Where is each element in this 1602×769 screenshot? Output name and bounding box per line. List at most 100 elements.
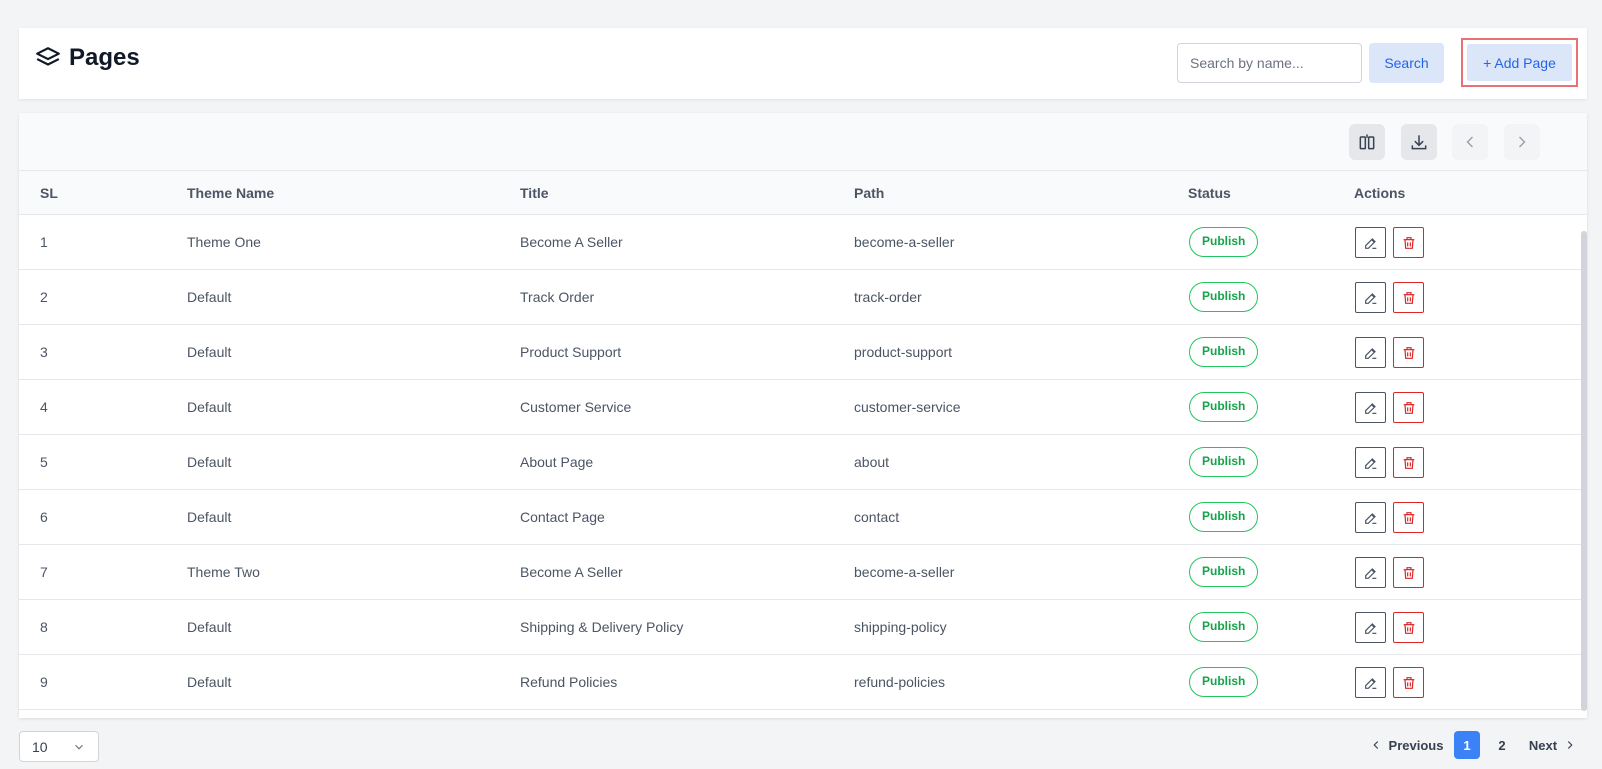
- delete-button[interactable]: [1393, 337, 1424, 368]
- trash-icon: [1403, 456, 1414, 469]
- row-title: Shipping & Delivery Policy: [520, 619, 684, 635]
- table-row: 1 Theme One Become A Seller become-a-seller…: [19, 215, 1587, 270]
- row-sl: 2: [40, 289, 48, 305]
- row-sl: 4: [40, 399, 48, 415]
- row-theme-name: Default: [187, 509, 232, 525]
- edit-button[interactable]: [1355, 227, 1386, 258]
- row-path: product-support: [854, 344, 953, 360]
- edit-icon: [1364, 677, 1376, 689]
- chevron-left-icon: [1372, 741, 1378, 749]
- delete-button[interactable]: [1393, 612, 1424, 643]
- delete-button[interactable]: [1393, 557, 1424, 588]
- row-title: Track Order: [520, 289, 595, 305]
- row-theme-name: Theme One: [187, 234, 261, 250]
- edit-icon: [1364, 512, 1376, 524]
- row-path: about: [854, 454, 890, 470]
- status-badge[interactable]: Publish: [1189, 282, 1259, 312]
- row-theme-name: Default: [187, 344, 232, 360]
- row-theme-name: Default: [187, 674, 232, 690]
- row-theme-name: Default: [187, 619, 232, 635]
- scroll-right-button[interactable]: [1504, 124, 1540, 160]
- chevron-right-icon: [1518, 136, 1526, 148]
- edit-icon: [1364, 237, 1376, 249]
- row-title: Become A Seller: [520, 234, 623, 250]
- trash-icon: [1403, 511, 1414, 524]
- edit-button[interactable]: [1355, 282, 1386, 313]
- column-header-path[interactable]: Path: [854, 185, 884, 201]
- row-sl: 3: [40, 344, 48, 360]
- chevron-left-icon: [1466, 136, 1474, 148]
- row-path: become-a-seller: [854, 234, 955, 250]
- edit-icon: [1364, 402, 1376, 414]
- row-title: About Page: [520, 454, 594, 470]
- edit-button[interactable]: [1355, 667, 1386, 698]
- delete-button[interactable]: [1393, 667, 1424, 698]
- trash-icon: [1403, 401, 1414, 414]
- vertical-scrollbar[interactable]: [1581, 231, 1587, 711]
- next-page-button[interactable]: Next: [1524, 731, 1582, 759]
- status-badge[interactable]: Publish: [1189, 337, 1259, 367]
- edit-button[interactable]: [1355, 557, 1386, 588]
- search-input[interactable]: [1177, 43, 1362, 83]
- status-badge[interactable]: Publish: [1189, 612, 1259, 642]
- trash-icon: [1403, 621, 1414, 634]
- row-sl: 9: [40, 674, 48, 690]
- row-theme-name: Theme Two: [187, 564, 260, 580]
- download-icon: [1411, 135, 1427, 150]
- status-badge[interactable]: Publish: [1189, 667, 1259, 697]
- delete-button[interactable]: [1393, 227, 1424, 258]
- page-header: Pages Search + Add Page: [19, 28, 1587, 99]
- row-theme-name: Default: [187, 454, 232, 470]
- status-badge[interactable]: Publish: [1189, 502, 1259, 532]
- edit-button[interactable]: [1355, 337, 1386, 368]
- edit-button[interactable]: [1355, 447, 1386, 478]
- status-badge[interactable]: Publish: [1189, 392, 1259, 422]
- row-path: contact: [854, 509, 900, 525]
- table-toolbar: [19, 113, 1587, 171]
- edit-button[interactable]: [1355, 392, 1386, 423]
- trash-icon: [1403, 566, 1414, 579]
- column-header-sl[interactable]: SL: [40, 185, 58, 201]
- status-badge[interactable]: Publish: [1189, 447, 1259, 477]
- status-badge[interactable]: Publish: [1189, 557, 1259, 587]
- row-sl: 8: [40, 619, 48, 635]
- column-header-status[interactable]: Status: [1188, 185, 1231, 201]
- row-path: track-order: [854, 289, 922, 305]
- page-title: Pages: [69, 44, 140, 71]
- edit-icon: [1364, 622, 1376, 634]
- per-page-select[interactable]: 10: [19, 731, 99, 762]
- trash-icon: [1403, 676, 1414, 689]
- page-1-button[interactable]: 1: [1454, 731, 1480, 759]
- status-badge[interactable]: Publish: [1189, 227, 1259, 257]
- edit-button[interactable]: [1355, 502, 1386, 533]
- edit-icon: [1364, 457, 1376, 469]
- table-row: 9 Default Refund Policies refund-policies Pu…: [19, 655, 1587, 710]
- add-page-highlight: + Add Page: [1461, 38, 1578, 87]
- download-button[interactable]: [1401, 124, 1437, 160]
- column-header-title[interactable]: Title: [520, 185, 549, 201]
- layers-icon: [35, 45, 61, 71]
- add-page-button[interactable]: + Add Page: [1467, 44, 1572, 81]
- table-row: 3 Default Product Support product-support Pu…: [19, 325, 1587, 380]
- columns-icon: [1359, 134, 1375, 150]
- row-path: customer-service: [854, 399, 961, 415]
- page-title-group: Pages: [35, 44, 140, 72]
- table-header: SL Theme Name Title Path Status Actions: [19, 171, 1587, 215]
- column-header-theme-name[interactable]: Theme Name: [187, 185, 274, 201]
- next-label: Next: [1528, 737, 1558, 753]
- row-title: Refund Policies: [520, 674, 618, 690]
- columns-toggle-button[interactable]: [1349, 124, 1385, 160]
- table-row: 6 Default Contact Page contact Publish: [19, 490, 1587, 545]
- delete-button[interactable]: [1393, 392, 1424, 423]
- scroll-left-button[interactable]: [1452, 124, 1488, 160]
- search-button[interactable]: Search: [1369, 43, 1444, 83]
- page-2-button[interactable]: 2: [1489, 731, 1515, 759]
- trash-icon: [1403, 346, 1414, 359]
- per-page-value: 10: [32, 738, 48, 755]
- edit-icon: [1364, 347, 1376, 359]
- edit-button[interactable]: [1355, 612, 1386, 643]
- delete-button[interactable]: [1393, 502, 1424, 533]
- previous-page-button[interactable]: Previous: [1359, 731, 1453, 759]
- delete-button[interactable]: [1393, 282, 1424, 313]
- delete-button[interactable]: [1393, 447, 1424, 478]
